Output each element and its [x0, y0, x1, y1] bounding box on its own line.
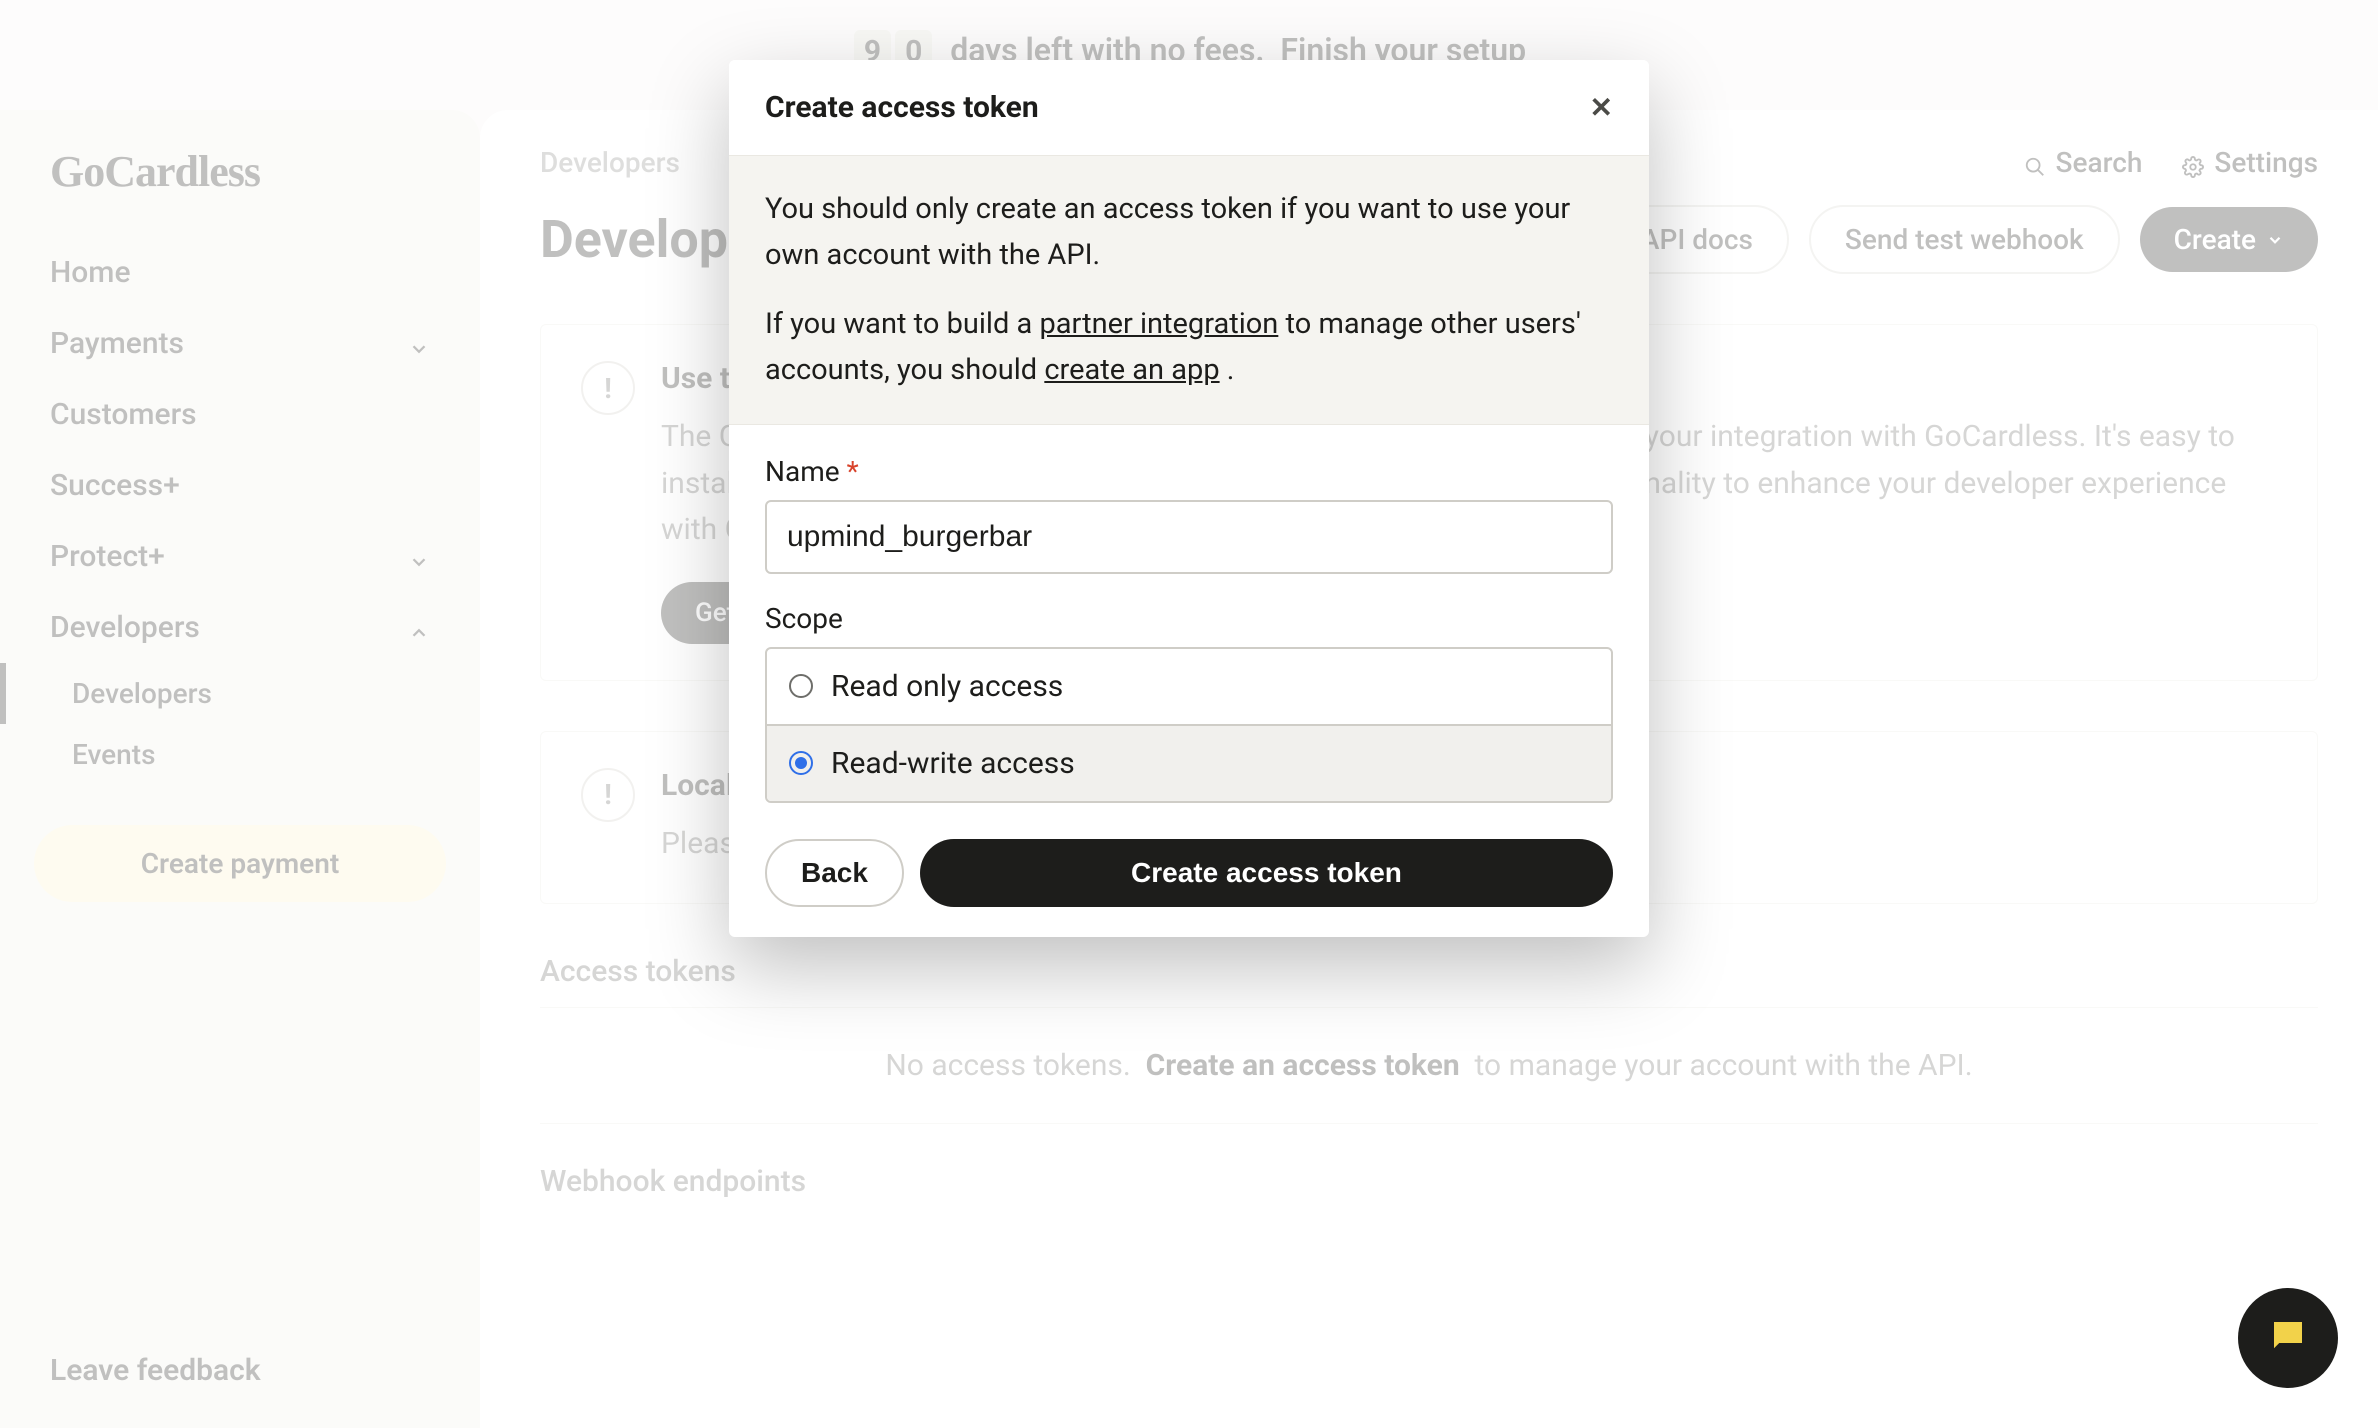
close-icon[interactable]: ✕: [1590, 91, 1613, 124]
back-button[interactable]: Back: [765, 839, 904, 907]
radio-icon: [789, 674, 813, 698]
modal-p2: If you want to build a partner integrati…: [765, 301, 1613, 394]
partner-integration-link[interactable]: partner integration: [1039, 307, 1278, 341]
chat-icon: [2267, 1315, 2309, 1361]
button-label: Back: [801, 857, 868, 888]
radio-icon: [789, 751, 813, 775]
scope-read-write-option[interactable]: Read-write access: [767, 724, 1611, 801]
create-an-app-link[interactable]: create an app: [1044, 353, 1219, 387]
radio-label: Read-write access: [831, 746, 1075, 781]
required-indicator: *: [847, 455, 859, 488]
name-input[interactable]: [765, 500, 1613, 574]
create-access-token-modal: Create access token ✕ You should only cr…: [729, 60, 1649, 937]
create-access-token-submit[interactable]: Create access token: [920, 839, 1613, 907]
modal-p1: You should only create an access token i…: [765, 186, 1613, 279]
scope-radio-group: Read only access Read-write access: [765, 647, 1613, 803]
name-label: Name *: [765, 455, 1613, 488]
button-label: Create access token: [1131, 857, 1402, 888]
scope-label: Scope: [765, 602, 1613, 635]
chat-launcher[interactable]: [2238, 1288, 2338, 1388]
radio-label: Read only access: [831, 669, 1063, 704]
modal-description: You should only create an access token i…: [729, 156, 1649, 425]
scope-read-only-option[interactable]: Read only access: [767, 649, 1611, 724]
modal-title: Create access token: [765, 90, 1039, 125]
